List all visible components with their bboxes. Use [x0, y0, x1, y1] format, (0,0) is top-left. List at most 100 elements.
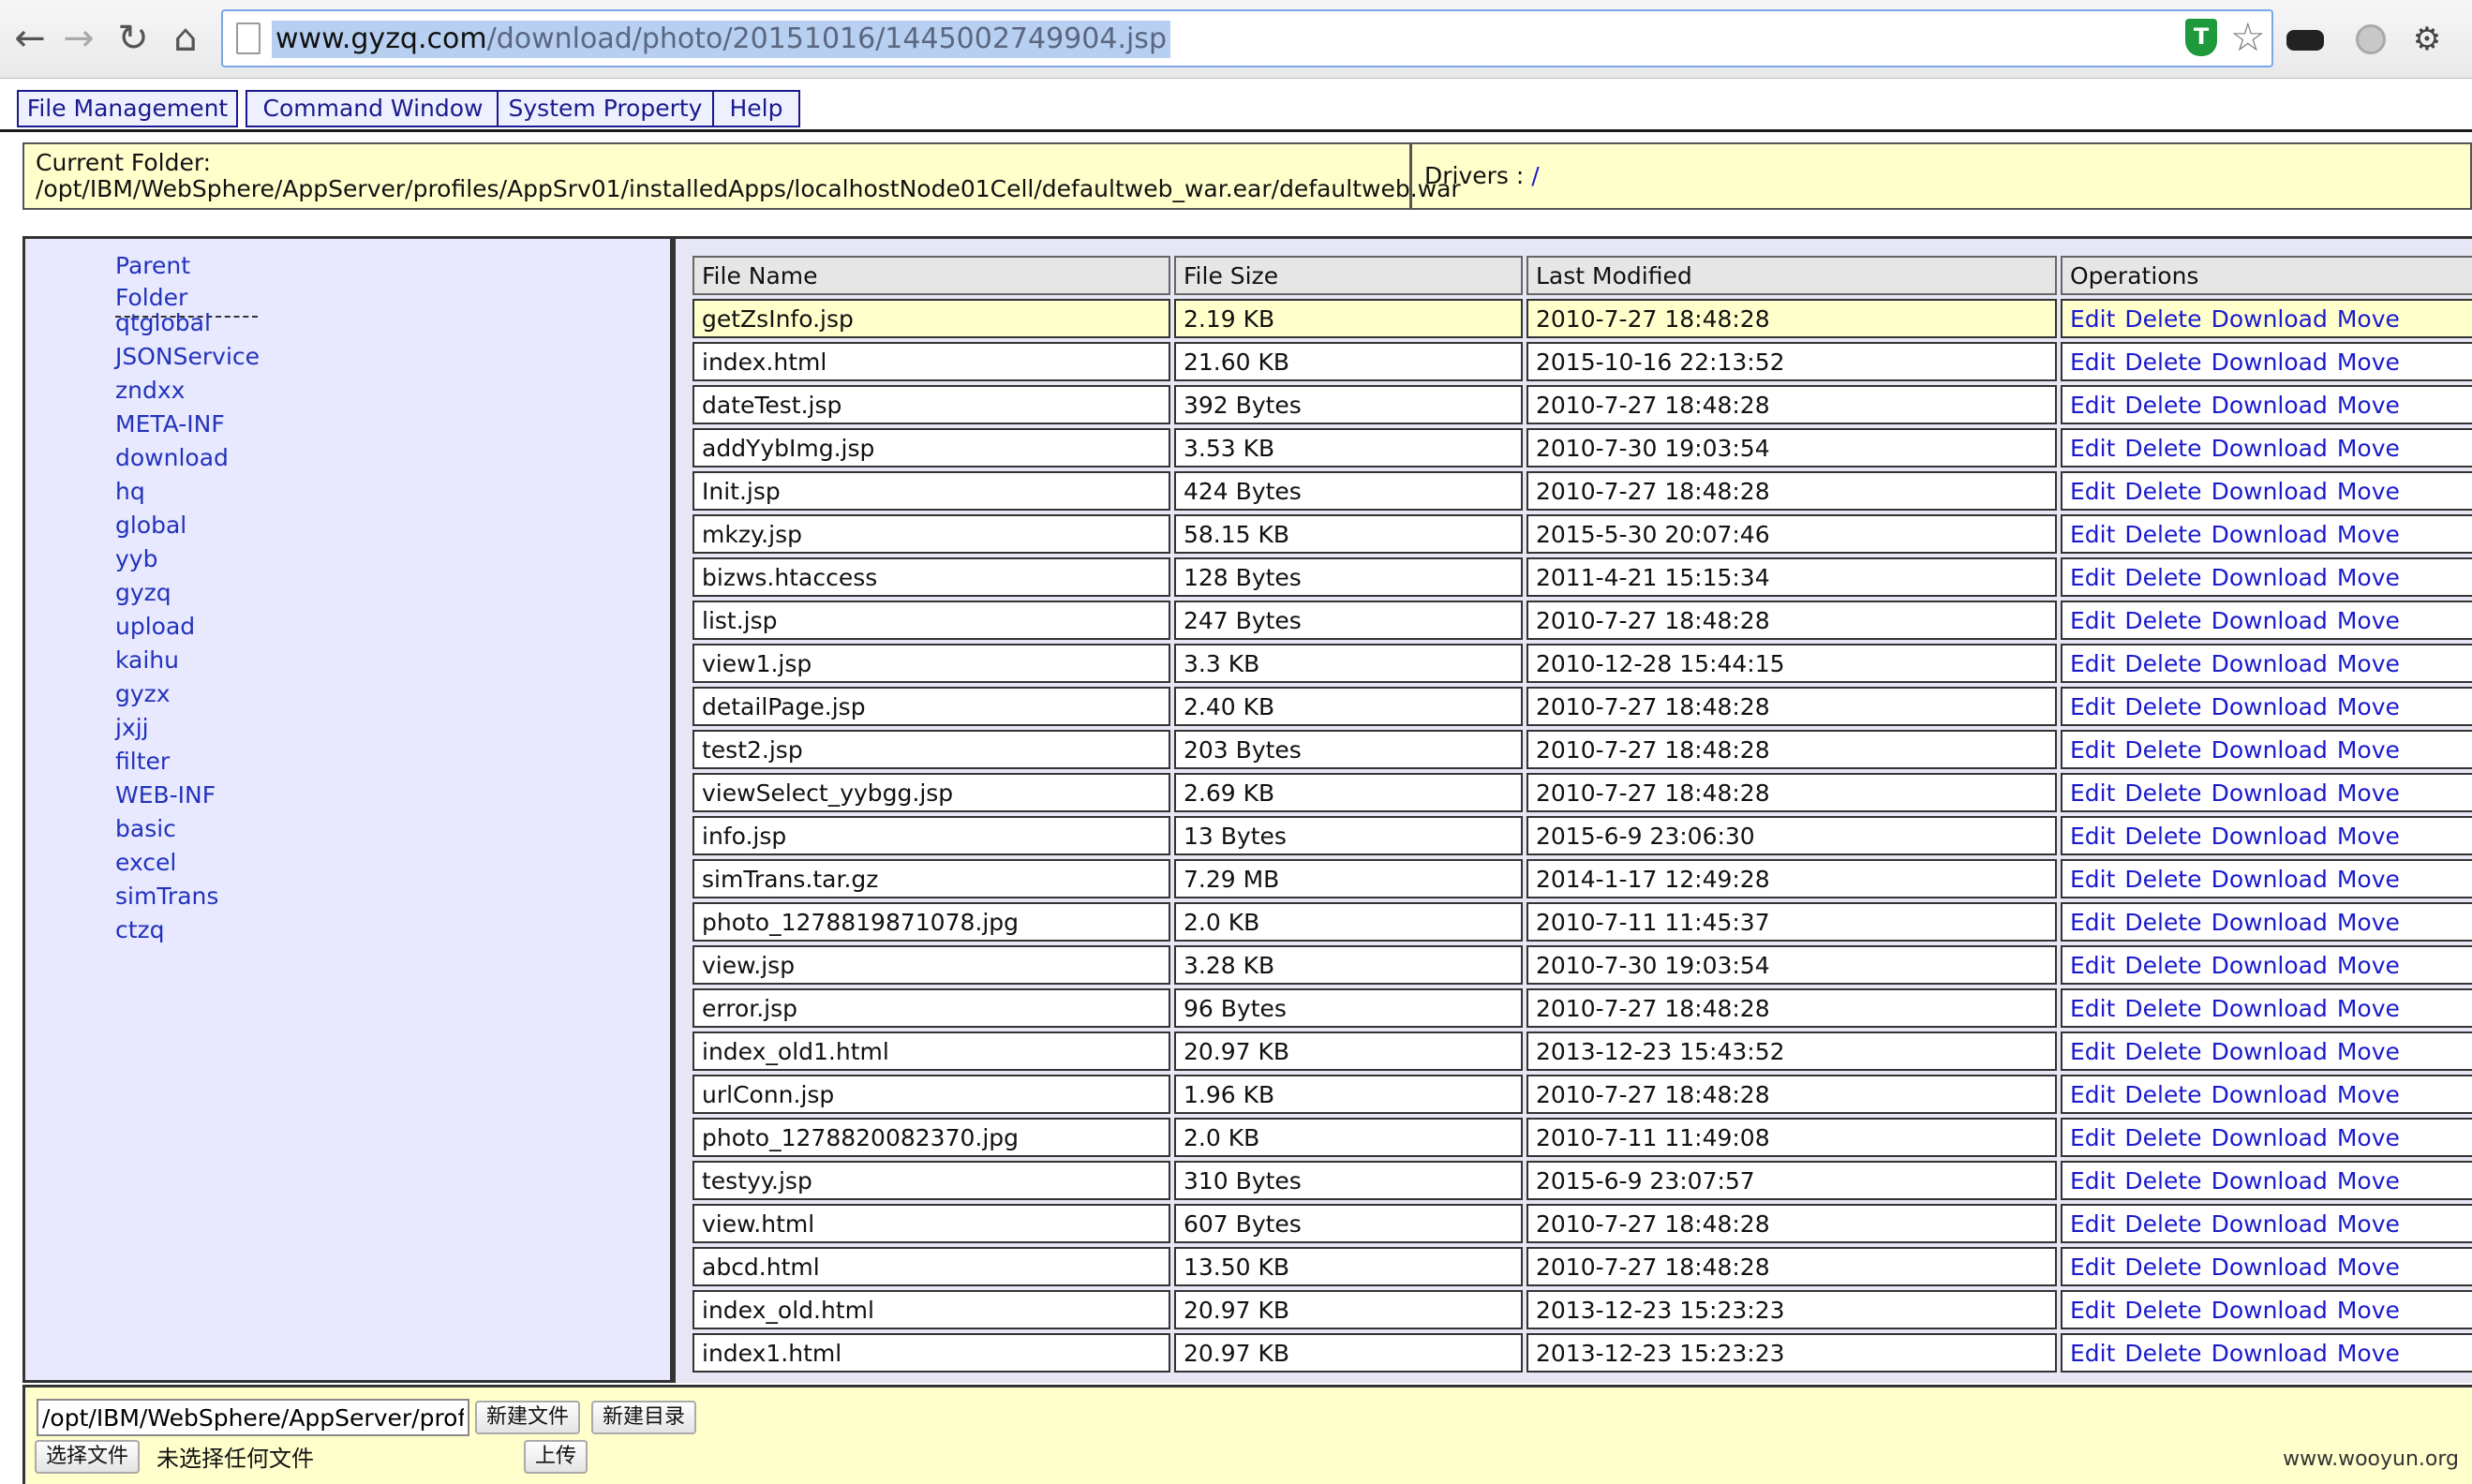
- move-link[interactable]: Move: [2337, 866, 2400, 893]
- delete-link[interactable]: Delete: [2124, 521, 2201, 548]
- delete-link[interactable]: Delete: [2124, 392, 2201, 419]
- download-link[interactable]: Download: [2211, 1340, 2328, 1367]
- edit-link[interactable]: Edit: [2070, 392, 2115, 419]
- folder-link[interactable]: zndxx: [115, 374, 260, 408]
- back-arrow-icon[interactable]: ←: [7, 13, 52, 64]
- folder-link[interactable]: jxjj: [115, 711, 260, 745]
- reload-icon[interactable]: ↻: [111, 13, 156, 64]
- edit-link[interactable]: Edit: [2070, 1081, 2115, 1108]
- url-text[interactable]: www.gyzq.com/download/photo/20151016/144…: [272, 21, 1170, 58]
- settings-gear-icon[interactable]: ⚙: [2405, 17, 2450, 62]
- move-link[interactable]: Move: [2337, 1124, 2400, 1151]
- move-link[interactable]: Move: [2337, 564, 2400, 591]
- download-link[interactable]: Download: [2211, 305, 2328, 333]
- move-link[interactable]: Move: [2337, 392, 2400, 419]
- download-link[interactable]: Download: [2211, 1297, 2328, 1324]
- menu-command-window[interactable]: Command Window: [246, 90, 500, 127]
- move-link[interactable]: Move: [2337, 1210, 2400, 1238]
- delete-link[interactable]: Delete: [2124, 1124, 2201, 1151]
- delete-link[interactable]: Delete: [2124, 1167, 2201, 1195]
- move-link[interactable]: Move: [2337, 1254, 2400, 1281]
- download-link[interactable]: Download: [2211, 607, 2328, 634]
- delete-link[interactable]: Delete: [2124, 1297, 2201, 1324]
- edit-link[interactable]: Edit: [2070, 1210, 2115, 1238]
- delete-link[interactable]: Delete: [2124, 909, 2201, 936]
- delete-link[interactable]: Delete: [2124, 564, 2201, 591]
- move-link[interactable]: Move: [2337, 1297, 2400, 1324]
- edit-link[interactable]: Edit: [2070, 349, 2115, 376]
- address-bar[interactable]: www.gyzq.com/download/photo/20151016/144…: [221, 9, 2273, 67]
- move-link[interactable]: Move: [2337, 909, 2400, 936]
- move-link[interactable]: Move: [2337, 650, 2400, 677]
- delete-link[interactable]: Delete: [2124, 823, 2201, 850]
- download-link[interactable]: Download: [2211, 650, 2328, 677]
- download-link[interactable]: Download: [2211, 909, 2328, 936]
- download-link[interactable]: Download: [2211, 995, 2328, 1022]
- delete-link[interactable]: Delete: [2124, 693, 2201, 720]
- edit-link[interactable]: Edit: [2070, 478, 2115, 505]
- new-folder-button[interactable]: 新建目录: [591, 1401, 697, 1434]
- folder-link[interactable]: gyzq: [115, 576, 260, 610]
- drivers-root-link[interactable]: /: [1531, 162, 1539, 189]
- download-link[interactable]: Download: [2211, 349, 2328, 376]
- home-icon[interactable]: ⌂: [163, 13, 208, 64]
- download-link[interactable]: Download: [2211, 435, 2328, 462]
- delete-link[interactable]: Delete: [2124, 866, 2201, 893]
- folder-link[interactable]: hq: [115, 475, 260, 509]
- edit-link[interactable]: Edit: [2070, 909, 2115, 936]
- download-link[interactable]: Download: [2211, 392, 2328, 419]
- folder-link[interactable]: ctzq: [115, 913, 260, 947]
- download-link[interactable]: Download: [2211, 823, 2328, 850]
- delete-link[interactable]: Delete: [2124, 349, 2201, 376]
- move-link[interactable]: Move: [2337, 521, 2400, 548]
- download-link[interactable]: Download: [2211, 952, 2328, 979]
- download-link[interactable]: Download: [2211, 866, 2328, 893]
- download-link[interactable]: Download: [2211, 1081, 2328, 1108]
- forward-arrow-icon[interactable]: →: [56, 13, 101, 64]
- delete-link[interactable]: Delete: [2124, 779, 2201, 807]
- edit-link[interactable]: Edit: [2070, 823, 2115, 850]
- folder-link[interactable]: META-INF: [115, 408, 260, 441]
- move-link[interactable]: Move: [2337, 823, 2400, 850]
- edit-link[interactable]: Edit: [2070, 435, 2115, 462]
- download-link[interactable]: Download: [2211, 736, 2328, 764]
- upload-button[interactable]: 上传: [524, 1440, 588, 1474]
- shield-icon[interactable]: T: [2185, 19, 2217, 56]
- delete-link[interactable]: Delete: [2124, 1340, 2201, 1367]
- move-link[interactable]: Move: [2337, 736, 2400, 764]
- menu-system-property[interactable]: System Property: [497, 90, 714, 127]
- delete-link[interactable]: Delete: [2124, 952, 2201, 979]
- folder-link[interactable]: upload: [115, 610, 260, 644]
- download-link[interactable]: Download: [2211, 478, 2328, 505]
- folder-link[interactable]: global: [115, 509, 260, 542]
- folder-link[interactable]: JSONService: [115, 340, 260, 374]
- edit-link[interactable]: Edit: [2070, 305, 2115, 333]
- delete-link[interactable]: Delete: [2124, 1038, 2201, 1065]
- edit-link[interactable]: Edit: [2070, 736, 2115, 764]
- folder-link[interactable]: yyb: [115, 542, 260, 576]
- edit-link[interactable]: Edit: [2070, 521, 2115, 548]
- folder-link[interactable]: gyzx: [115, 677, 260, 711]
- download-link[interactable]: Download: [2211, 1210, 2328, 1238]
- delete-link[interactable]: Delete: [2124, 478, 2201, 505]
- folder-link[interactable]: WEB-INF: [115, 779, 260, 812]
- edit-link[interactable]: Edit: [2070, 1167, 2115, 1195]
- move-link[interactable]: Move: [2337, 349, 2400, 376]
- incognito-mask-icon[interactable]: [2283, 17, 2328, 62]
- move-link[interactable]: Move: [2337, 305, 2400, 333]
- delete-link[interactable]: Delete: [2124, 736, 2201, 764]
- delete-link[interactable]: Delete: [2124, 1210, 2201, 1238]
- delete-link[interactable]: Delete: [2124, 995, 2201, 1022]
- delete-link[interactable]: Delete: [2124, 607, 2201, 634]
- edit-link[interactable]: Edit: [2070, 1340, 2115, 1367]
- folder-link[interactable]: qtglobal: [115, 306, 260, 340]
- delete-link[interactable]: Delete: [2124, 1081, 2201, 1108]
- folder-link[interactable]: filter: [115, 745, 260, 779]
- edit-link[interactable]: Edit: [2070, 1254, 2115, 1281]
- download-link[interactable]: Download: [2211, 1254, 2328, 1281]
- move-link[interactable]: Move: [2337, 693, 2400, 720]
- delete-link[interactable]: Delete: [2124, 305, 2201, 333]
- delete-link[interactable]: Delete: [2124, 650, 2201, 677]
- edit-link[interactable]: Edit: [2070, 650, 2115, 677]
- bookmark-star-icon[interactable]: ☆: [2230, 11, 2266, 64]
